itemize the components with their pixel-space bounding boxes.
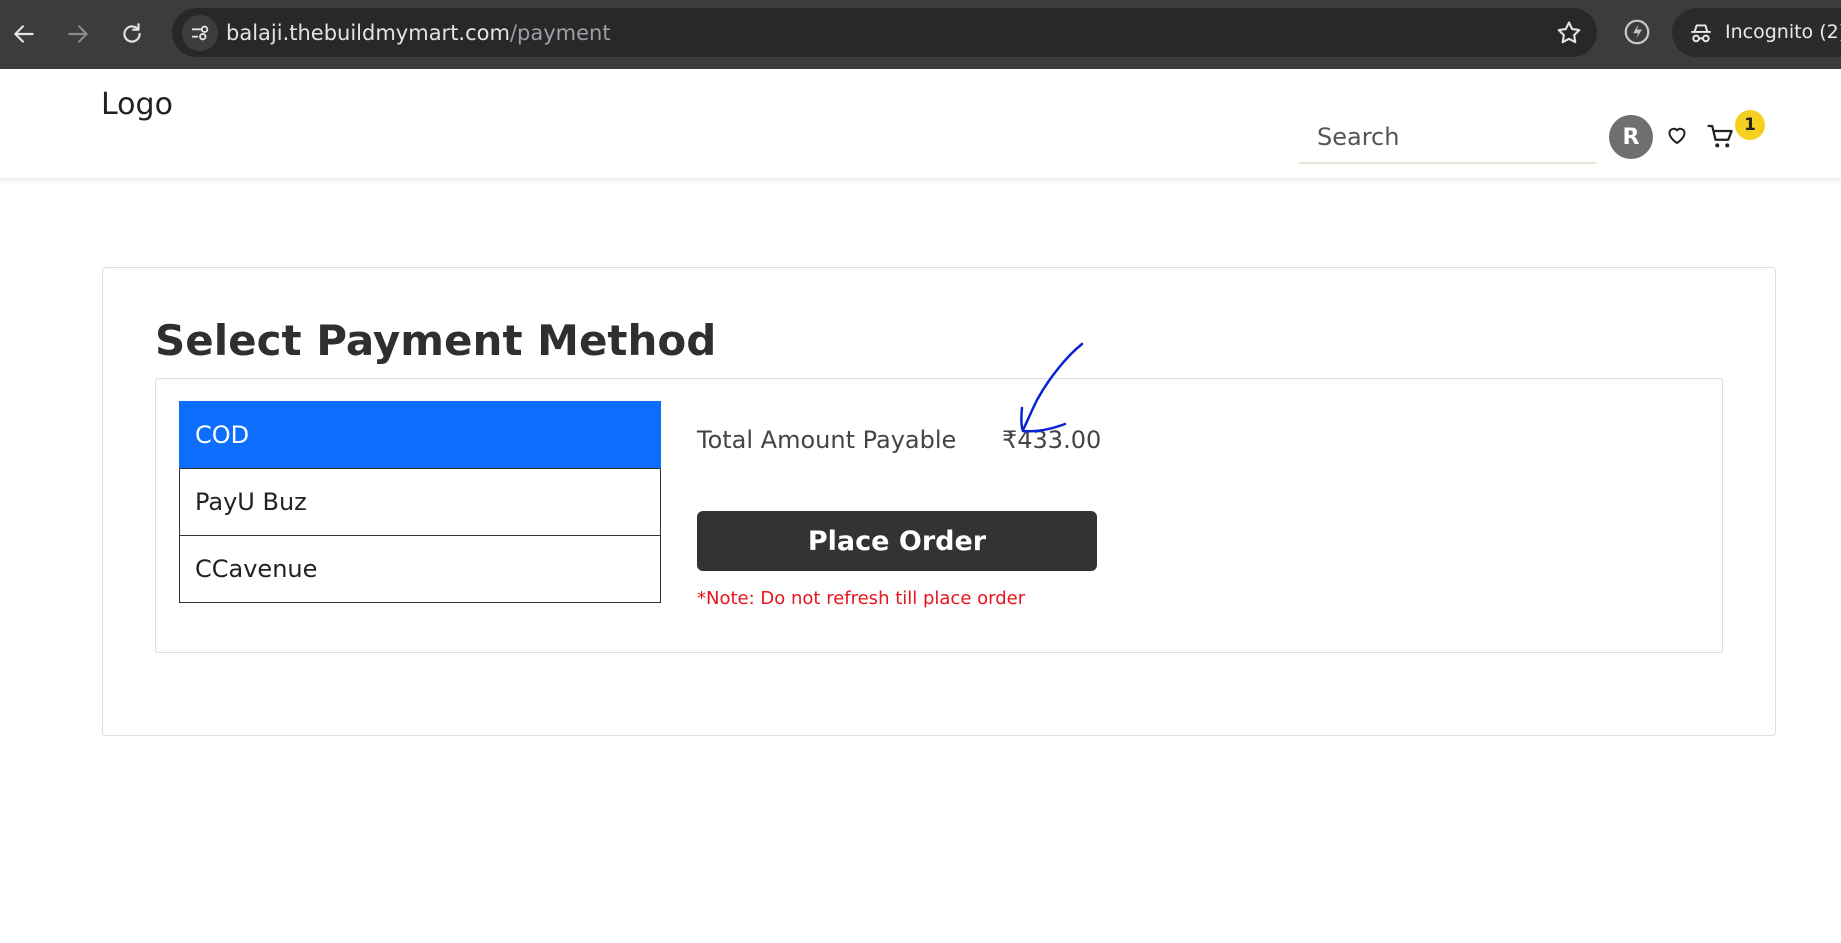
cart-count-badge: 1	[1735, 110, 1765, 140]
site-header: Logo R 1	[0, 69, 1841, 178]
url-path: /payment	[509, 21, 611, 45]
payment-method-label: COD	[195, 421, 250, 449]
site-info-button[interactable]	[182, 15, 218, 51]
back-arrow-icon	[14, 25, 34, 43]
forward-button[interactable]	[58, 14, 98, 54]
reload-button[interactable]	[112, 14, 152, 54]
incognito-icon	[1691, 24, 1711, 43]
user-avatar[interactable]: R	[1609, 115, 1653, 159]
incognito-indicator[interactable]: Incognito (2)	[1672, 8, 1841, 57]
address-bar[interactable]: balaji.thebuildmymart.com/payment	[172, 8, 1597, 57]
star-icon[interactable]	[1555, 19, 1583, 47]
site-info-icon	[191, 25, 209, 41]
incognito-label: Incognito (2)	[1725, 21, 1841, 43]
payment-method-label: PayU Buz	[195, 488, 307, 516]
payment-method-payu[interactable]: PayU Buz	[179, 468, 661, 536]
annotation-arrow-icon	[1020, 342, 1084, 433]
payment-method-ccavenue[interactable]: CCavenue	[179, 535, 661, 603]
browser-chrome: balaji.thebuildmymart.com/payment Incogn…	[0, 0, 1841, 69]
payment-method-list: COD PayU Buz CCavenue	[179, 401, 661, 603]
reload-icon	[123, 23, 141, 43]
page-title: Select Payment Method	[155, 316, 717, 365]
site-logo[interactable]: Logo	[101, 87, 173, 122]
cart-icon[interactable]	[1706, 121, 1736, 151]
place-order-button[interactable]: Place Order	[697, 511, 1097, 571]
heart-icon[interactable]	[1665, 123, 1689, 147]
forward-arrow-icon	[68, 25, 88, 43]
url-host: balaji.thebuildmymart.com	[226, 21, 510, 45]
payment-method-cod[interactable]: COD	[179, 401, 661, 469]
refresh-warning-note: *Note: Do not refresh till place order	[697, 588, 1026, 609]
total-amount-label: Total Amount Payable	[697, 426, 957, 454]
back-button[interactable]	[4, 14, 44, 54]
search-input[interactable]	[1299, 112, 1596, 162]
url-text[interactable]: balaji.thebuildmymart.com/payment	[226, 21, 611, 45]
search-box	[1299, 112, 1596, 164]
performance-icon[interactable]	[1622, 17, 1652, 47]
payment-method-label: CCavenue	[195, 555, 318, 583]
